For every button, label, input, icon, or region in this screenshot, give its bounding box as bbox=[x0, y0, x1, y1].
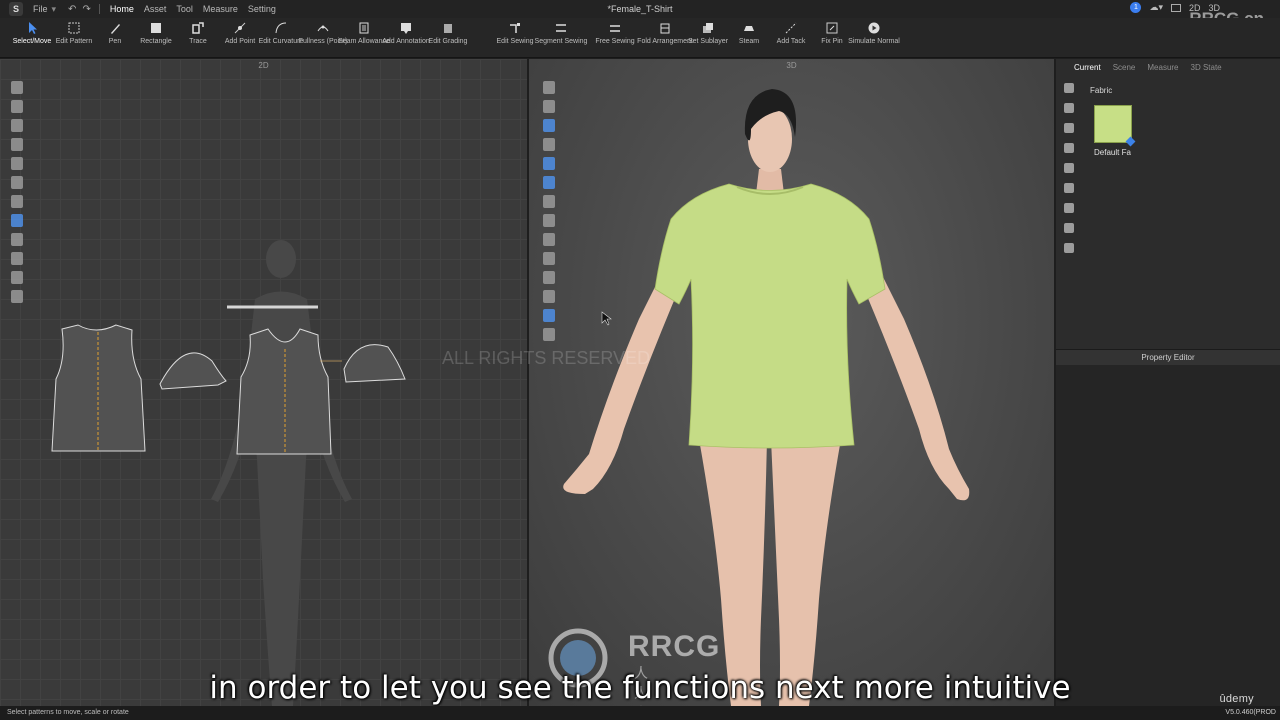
left-sleeve-pattern[interactable] bbox=[159, 352, 227, 390]
pin-icon bbox=[826, 22, 838, 34]
undo-icon[interactable]: ↶ bbox=[68, 4, 76, 15]
tool-label: Fix Pin bbox=[821, 38, 843, 45]
avatar-silhouette bbox=[211, 240, 352, 706]
tab-current[interactable]: Current bbox=[1074, 63, 1101, 72]
tool-label: Trace bbox=[189, 38, 207, 45]
sublayer-icon bbox=[703, 23, 713, 33]
tool-edit-grading[interactable]: Edit Grading bbox=[420, 21, 476, 46]
button-icon[interactable] bbox=[1064, 103, 1074, 113]
object-browser-side-icons bbox=[1060, 83, 1080, 253]
zipper-icon[interactable] bbox=[1064, 163, 1074, 173]
version-label: V5.0.460(PROD bbox=[1225, 709, 1276, 716]
menu-tool[interactable]: Tool bbox=[176, 4, 193, 14]
free-sewing-icon bbox=[610, 25, 620, 32]
tool-label: Simulate Normal bbox=[848, 38, 900, 45]
property-editor-header: Property Editor bbox=[1056, 349, 1280, 365]
tool-label: Edit Sewing bbox=[496, 38, 534, 45]
toolbar: Select/Move Edit Pattern Pen Rectangle T… bbox=[0, 18, 1280, 58]
segment-sewing-icon bbox=[556, 24, 566, 32]
cloud-icon[interactable]: ☁▾ bbox=[1149, 2, 1163, 13]
menu-separator bbox=[98, 4, 100, 14]
redo-icon[interactable]: ↷ bbox=[82, 4, 90, 15]
tshirt-garment[interactable] bbox=[654, 183, 886, 449]
tab-3d-state[interactable]: 3D State bbox=[1191, 63, 1222, 72]
tool-label: Steam bbox=[738, 38, 760, 45]
fold-icon bbox=[660, 23, 670, 34]
trim-icon[interactable] bbox=[1064, 223, 1074, 233]
menu-asset[interactable]: Asset bbox=[144, 4, 167, 14]
fabric-name[interactable]: Default Fa bbox=[1094, 148, 1131, 157]
topstitch-icon[interactable] bbox=[1064, 143, 1074, 153]
object-browser-panel: Current Scene Measure 3D State Fabric De… bbox=[1056, 59, 1280, 706]
fabric-icon[interactable] bbox=[1064, 83, 1074, 93]
grading-icon bbox=[444, 24, 452, 33]
property-editor-body bbox=[1056, 365, 1280, 706]
tool-label: Edit Grading bbox=[428, 38, 468, 45]
notification-badge[interactable]: 1 bbox=[1130, 2, 1142, 13]
fabric-section-label: Fabric bbox=[1090, 86, 1113, 95]
edit-sewing-icon bbox=[510, 23, 520, 33]
tool-free-sewing[interactable]: Free Sewing bbox=[587, 21, 643, 46]
object-browser-tabs: Current Scene Measure 3D State bbox=[1074, 63, 1222, 72]
pattern-canvas[interactable] bbox=[0, 59, 527, 706]
viewport-3d[interactable]: 3D bbox=[529, 59, 1054, 706]
trace-icon bbox=[192, 22, 204, 34]
annotation-icon bbox=[401, 23, 411, 34]
right-sleeve-pattern[interactable] bbox=[343, 344, 406, 383]
tab-measure[interactable]: Measure bbox=[1147, 63, 1178, 72]
tool-label: Pen bbox=[108, 38, 122, 45]
edit-pattern-icon bbox=[68, 22, 80, 34]
tool-label: Add Point bbox=[224, 38, 256, 45]
app-logo-icon: S bbox=[9, 2, 23, 16]
pen-icon bbox=[111, 24, 120, 34]
tack-icon bbox=[785, 22, 797, 34]
tool-segment-sewing[interactable]: Segment Sewing bbox=[533, 21, 589, 46]
add-point-icon bbox=[234, 22, 246, 34]
simulate-icon bbox=[868, 22, 880, 34]
status-bar: Select patterns to move, scale or rotate… bbox=[0, 706, 1280, 720]
tool-simulate[interactable]: Simulate Normal bbox=[846, 21, 902, 46]
pattern-window-2d[interactable]: 2D bbox=[0, 59, 527, 706]
elastic-icon[interactable] bbox=[1064, 203, 1074, 213]
window-layout-icon[interactable] bbox=[1170, 3, 1181, 12]
avatar-legs bbox=[699, 439, 841, 706]
chevron-down-icon[interactable]: ▾ bbox=[52, 4, 57, 15]
arrow-cursor-icon bbox=[29, 22, 37, 34]
steam-icon bbox=[744, 26, 754, 31]
seam-allowance-icon bbox=[359, 22, 369, 34]
front-pattern-piece[interactable] bbox=[236, 328, 332, 455]
udemy-logo: ûdemy bbox=[1219, 693, 1254, 705]
tool-label: Segment Sewing bbox=[534, 38, 588, 45]
buttonhole-icon[interactable] bbox=[1064, 123, 1074, 133]
app-window: S File ▾ ↶ ↷ Home Asset Tool Measure Set… bbox=[0, 0, 1280, 720]
fullness-icon bbox=[317, 25, 329, 32]
menu-home[interactable]: Home bbox=[110, 4, 134, 14]
avatar-icon[interactable] bbox=[1064, 243, 1074, 253]
status-hint: Select patterns to move, scale or rotate bbox=[7, 709, 129, 716]
puckering-icon[interactable] bbox=[1064, 183, 1074, 193]
rectangle-icon bbox=[151, 23, 161, 33]
menu-measure[interactable]: Measure bbox=[203, 4, 238, 14]
menu-bar: S File ▾ ↶ ↷ Home Asset Tool Measure Set… bbox=[0, 0, 1280, 18]
property-editor-title: Property Editor bbox=[1141, 353, 1195, 362]
menu-setting[interactable]: Setting bbox=[248, 4, 276, 14]
tab-scene[interactable]: Scene bbox=[1113, 63, 1136, 72]
fabric-swatch[interactable] bbox=[1094, 105, 1132, 143]
mouse-cursor-icon bbox=[601, 311, 612, 326]
tool-label: Add Tack bbox=[776, 38, 806, 45]
tool-label: Free Sewing bbox=[595, 38, 635, 45]
tool-label: Rectangle bbox=[140, 38, 172, 45]
video-subtitle: in order to let you see the functions ne… bbox=[209, 670, 1071, 706]
avatar-3d-scene[interactable] bbox=[529, 59, 1054, 706]
menu-file[interactable]: File bbox=[33, 4, 48, 14]
brand-text: RRCG bbox=[628, 630, 721, 663]
curvature-icon bbox=[275, 22, 287, 34]
